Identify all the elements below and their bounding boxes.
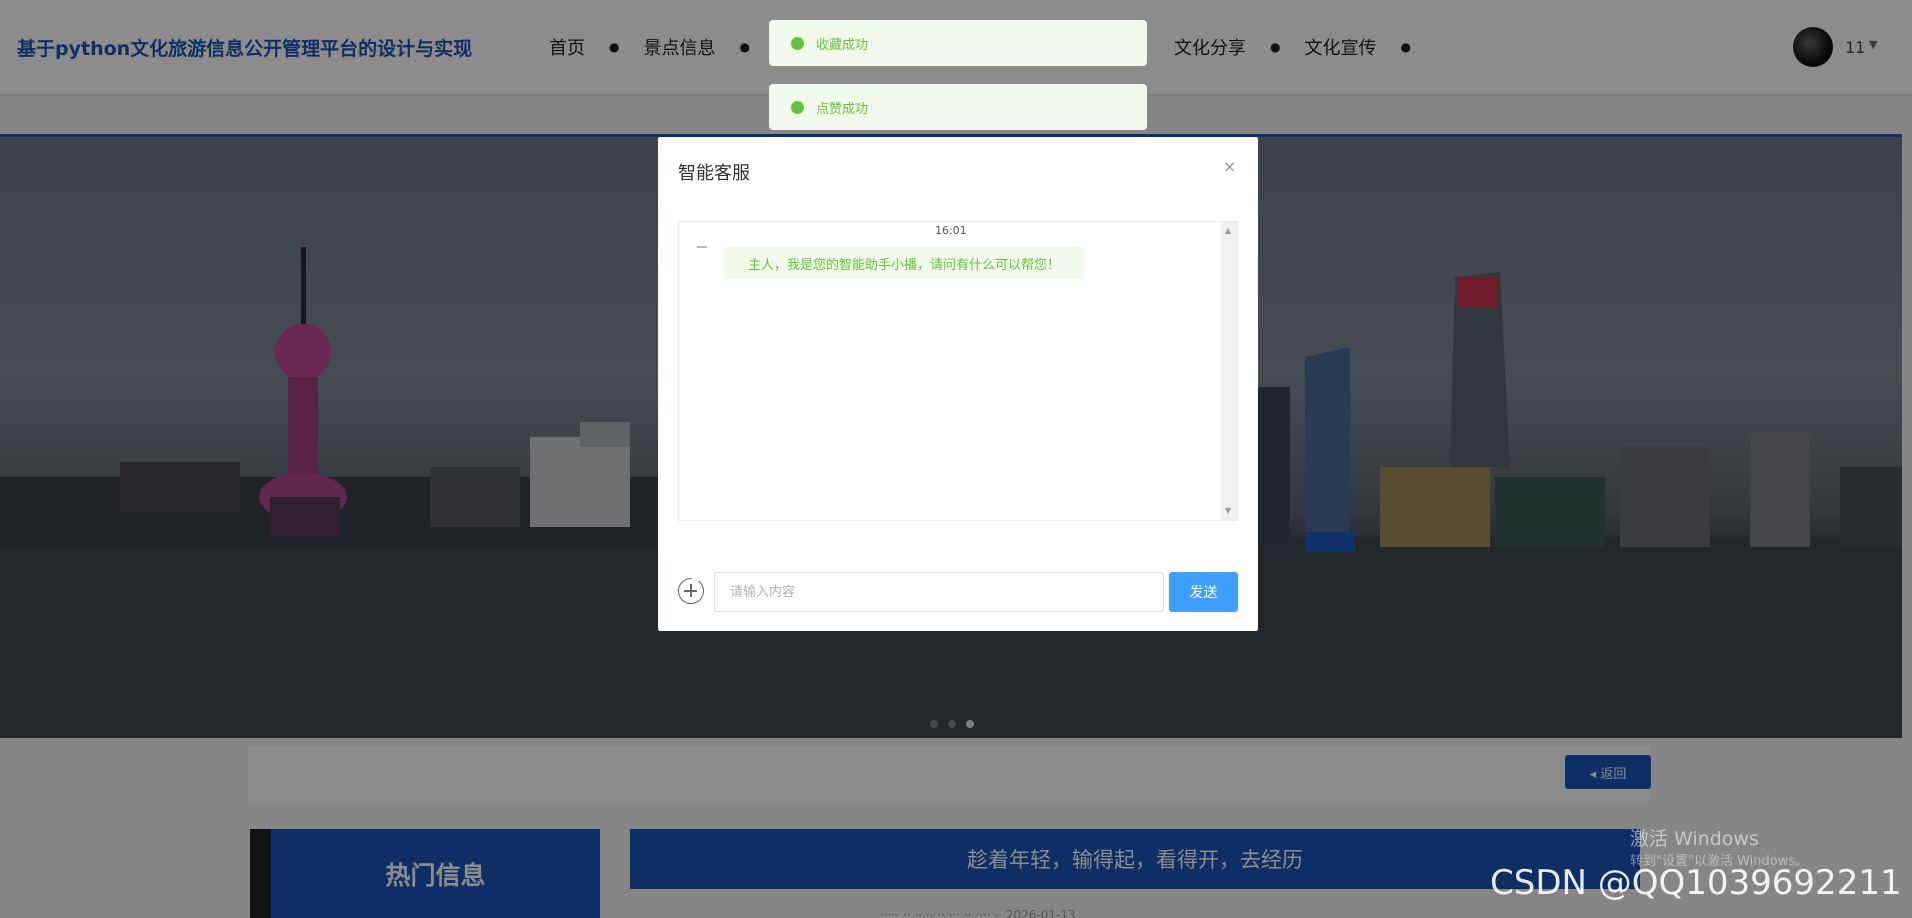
bot-avatar — [697, 246, 707, 248]
chat-history[interactable]: 16:01 主人，我是您的智能助手小播，请问有什么可以帮您！ ▲ ▼ — [678, 221, 1238, 521]
close-icon[interactable]: × — [1223, 157, 1236, 176]
chat-timestamp: 16:01 — [935, 224, 967, 237]
bot-message: 主人，我是您的智能助手小播，请问有什么可以帮您！ — [724, 247, 1084, 279]
csdn-watermark: CSDN @QQ1039692211 — [1490, 863, 1902, 903]
toast-text: 点赞成功 — [816, 101, 869, 117]
toast-text: 收藏成功 — [816, 37, 869, 53]
send-button[interactable]: 发送 — [1169, 572, 1238, 612]
scroll-up-icon[interactable]: ▲ — [1225, 226, 1231, 235]
windows-activation-watermark: 激活 Windows — [1630, 828, 1759, 850]
scroll-down-icon[interactable]: ▼ — [1225, 506, 1231, 515]
success-icon — [791, 36, 804, 50]
chat-input[interactable] — [714, 572, 1164, 612]
toast-success: 点赞成功 — [769, 84, 1147, 130]
chat-scrollbar[interactable]: ▲ ▼ — [1221, 222, 1237, 520]
customer-service-dialog: 智能客服 × 16:01 主人，我是您的智能助手小播，请问有什么可以帮您！ ▲ … — [658, 137, 1258, 631]
dialog-title: 智能客服 — [678, 163, 750, 184]
toast-success: 收藏成功 — [769, 20, 1147, 66]
success-icon — [791, 100, 804, 114]
